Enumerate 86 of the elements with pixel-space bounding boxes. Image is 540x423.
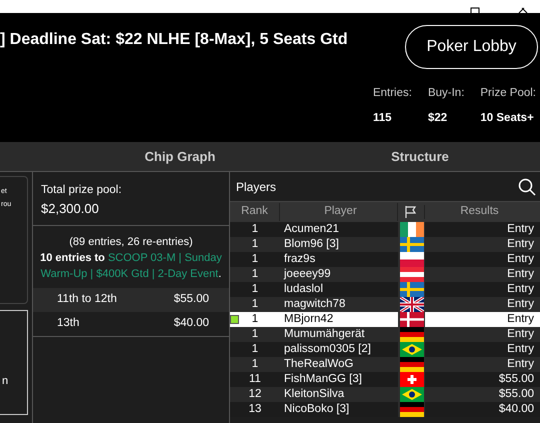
column-header[interactable]: Rank	[230, 203, 280, 221]
place-amount: $55.00	[174, 292, 209, 308]
player-row[interactable]: 1 joeeey99 Entry	[230, 267, 540, 282]
player-row[interactable]: 1 magwitch78 Entry	[230, 297, 540, 312]
seats-text: 10 entries to SCOOP 03-M | Sunday Warm-Up | $400K Gtd | 2-Day Event.	[39, 250, 223, 282]
flag-icon	[400, 327, 424, 342]
prize-pool-label: Total prize pool:	[41, 183, 123, 198]
entries-note: (89 entries, 26 re-entries)	[68, 234, 194, 250]
column-header[interactable]: Results	[425, 203, 540, 221]
flag-icon[interactable]	[404, 205, 418, 219]
flag-icon	[400, 357, 424, 372]
flag-icon	[400, 297, 424, 312]
player-name: TheRealWoG	[284, 358, 354, 370]
flag-icon	[400, 387, 424, 402]
poker-lobby-button[interactable]: Poker Lobby	[405, 25, 538, 69]
player-name: MBjorn42	[284, 312, 334, 325]
player-name: FishManGG [3]	[284, 372, 362, 385]
flag-icon	[400, 222, 424, 237]
flag-icon	[400, 267, 424, 282]
players-title: Players	[236, 178, 276, 196]
player-name: Blom96 [3]	[284, 238, 339, 250]
rank-text: 12	[248, 388, 262, 400]
rank-text: 1	[252, 268, 258, 280]
rank-text: 1	[252, 298, 258, 310]
result-text: $55.00	[498, 372, 534, 385]
flag-icon	[400, 252, 424, 267]
player-name: Acumen21	[284, 222, 339, 235]
result-text: Entry	[507, 328, 534, 340]
flag-icon	[400, 237, 424, 252]
player-row[interactable]: 1 TheRealWoG Entry	[230, 357, 540, 372]
flag-icon	[400, 312, 424, 327]
stat-value: 115	[372, 111, 393, 126]
rank-text: 1	[252, 312, 258, 325]
player-name: ludaslol	[284, 282, 323, 295]
rank-text: 1	[252, 222, 258, 235]
result-text: Entry	[507, 312, 534, 325]
tab[interactable]: Structure	[385, 142, 455, 172]
place-label: 13th	[57, 316, 80, 332]
place-amount: $40.00	[174, 316, 209, 332]
player-row[interactable]: 1 Blom96 [3] Entry	[230, 237, 540, 252]
result-text: Entry	[507, 358, 534, 370]
column-header[interactable]: Player	[280, 203, 398, 221]
stat-label: Entries:	[372, 86, 412, 101]
player-name: NicoBoko [3]	[284, 402, 350, 415]
result-text: Entry	[507, 268, 534, 280]
result-text: Entry	[507, 342, 534, 355]
flag-icon	[400, 402, 424, 417]
rank-text: 11	[249, 372, 261, 385]
result-text: $55.00	[498, 388, 534, 400]
player-name: palissom0305 [2]	[284, 342, 371, 355]
player-row[interactable]: 12 KleitonSilva $55.00	[230, 387, 540, 402]
tab[interactable]: Chip Graph	[138, 142, 222, 172]
rank-text: 1	[252, 358, 258, 370]
prize-pool-amount: $2,300.00	[41, 200, 100, 218]
place-label: 11th to 12th	[57, 292, 117, 308]
player-name: KleitonSilva	[284, 388, 344, 400]
result-text: Entry	[507, 252, 534, 265]
side-text: n	[2, 375, 8, 387]
stat-value: 10 Seats+	[480, 111, 535, 126]
rank-text: 1	[252, 238, 258, 250]
rank-text: 1	[252, 282, 258, 295]
player-row[interactable]: 1 MBjorn42 Entry	[230, 312, 540, 327]
search-icon[interactable]	[518, 178, 536, 196]
result-text: Entry	[507, 282, 534, 295]
player-name: fraz9s	[284, 252, 316, 265]
tournament-title: ] Deadline Sat: $22 NLHE [8-Max], 5 Seats Gtd	[0, 30, 348, 50]
player-name: Mumumähgerät	[284, 328, 365, 340]
flag-icon	[400, 372, 424, 387]
rank-text: 1	[252, 342, 258, 355]
stat-label: Buy-In:	[428, 86, 464, 101]
rank-text: 13	[248, 402, 262, 415]
close-icon[interactable]	[518, 7, 528, 13]
result-text: Entry	[507, 222, 534, 235]
result-text: Entry	[507, 298, 534, 310]
stat-label: Prize Pool:	[480, 86, 536, 101]
flag-icon	[400, 342, 424, 357]
player-name: joeeey99	[284, 268, 331, 280]
result-text: Entry	[507, 238, 534, 250]
flag-icon	[400, 282, 424, 297]
player-name: magwitch78	[284, 298, 346, 310]
result-text: $40.00	[498, 402, 534, 415]
rank-text: 1	[252, 328, 258, 340]
maximize-icon[interactable]	[470, 7, 480, 13]
stat-value: $22	[428, 111, 448, 126]
player-row[interactable]: 1 Mumumähgerät Entry	[230, 327, 540, 342]
rank-text: 1	[252, 252, 258, 265]
